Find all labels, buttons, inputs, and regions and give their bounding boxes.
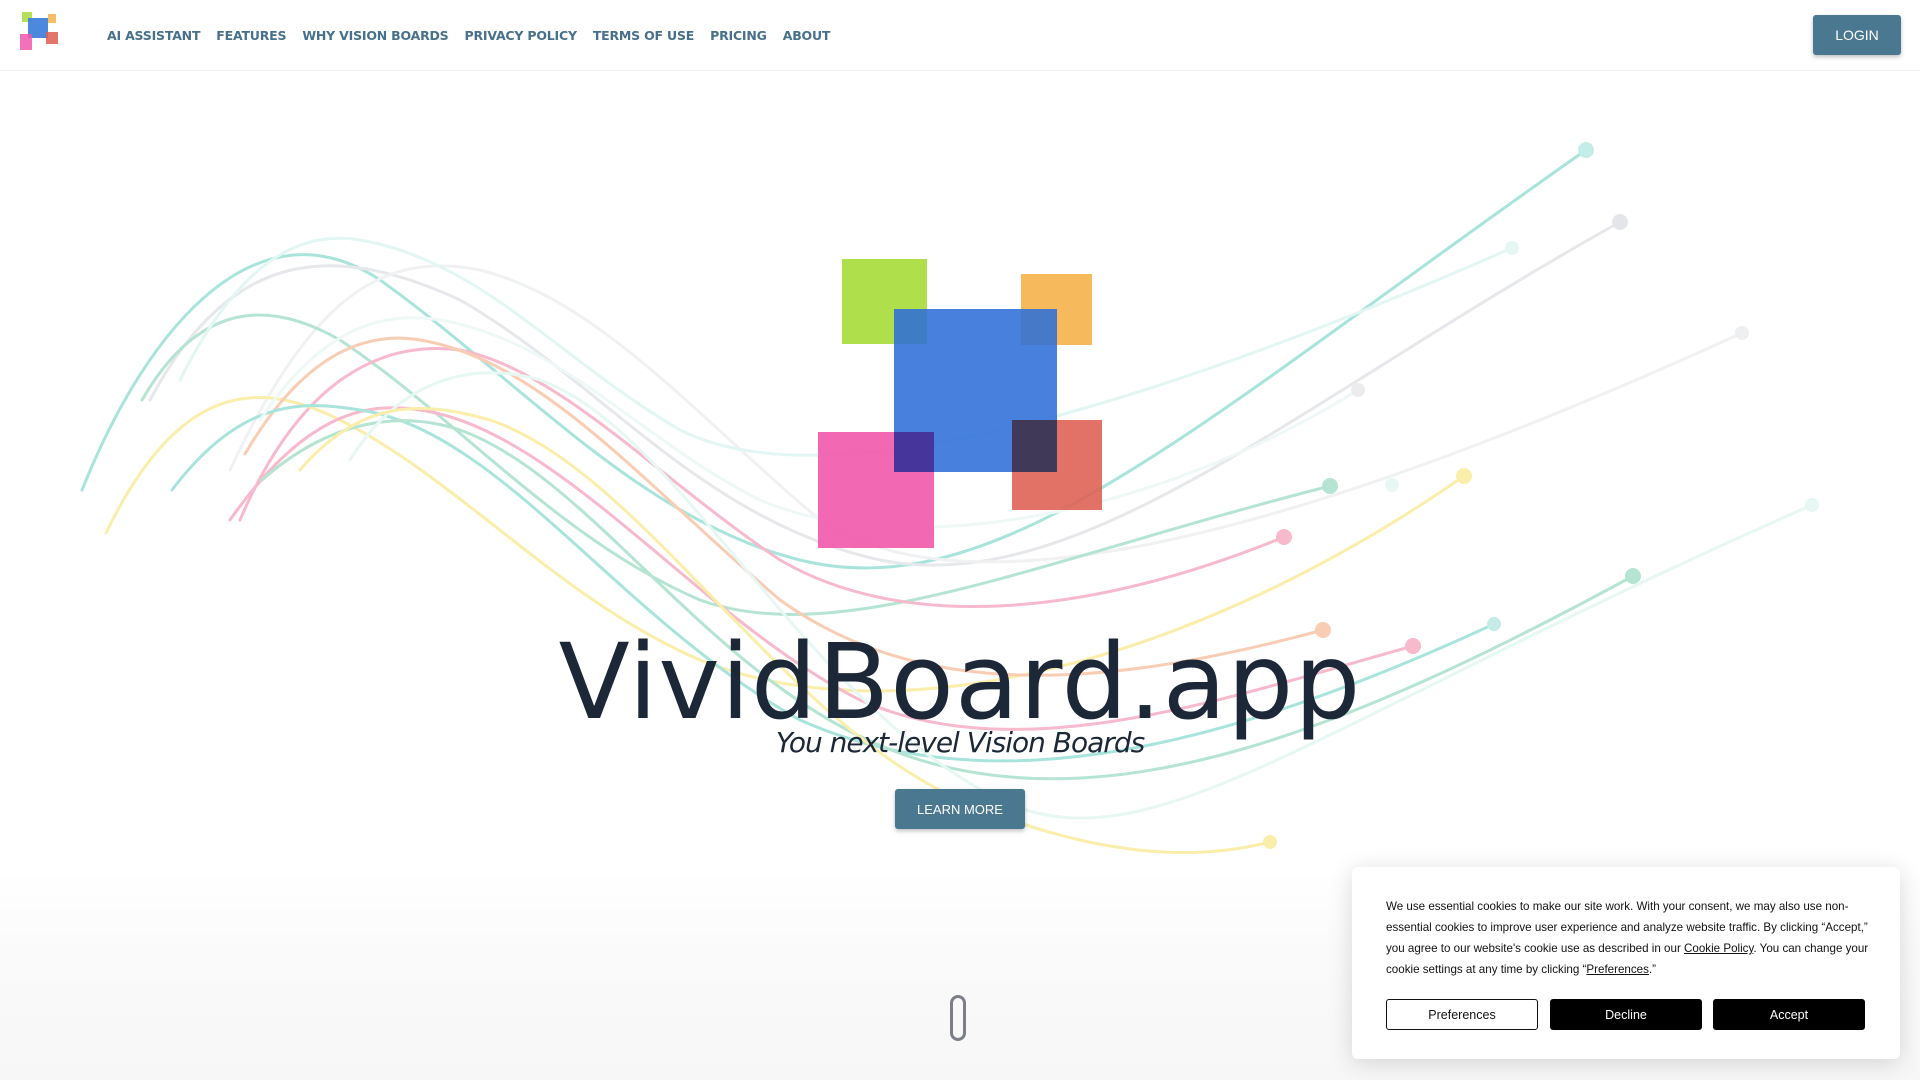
nav-why-vision-boards[interactable]: WHY VISION BOARDS bbox=[302, 28, 448, 43]
login-button[interactable]: LOGIN bbox=[1813, 15, 1901, 55]
wave-dot bbox=[1735, 326, 1749, 340]
hero-title: VividBoard.app bbox=[558, 620, 1362, 743]
hero-logo-square-red bbox=[1012, 420, 1102, 510]
wave-dot bbox=[1805, 498, 1819, 512]
nav-pricing[interactable]: PRICING bbox=[710, 28, 767, 43]
nav-features[interactable]: FEATURES bbox=[216, 28, 286, 43]
wave-line bbox=[140, 313, 1332, 616]
nav-about[interactable]: ABOUT bbox=[783, 28, 831, 43]
logo-square-red bbox=[46, 32, 58, 44]
preferences-link[interactable]: Preferences bbox=[1586, 963, 1649, 976]
nav-ai-assistant[interactable]: AI ASSISTANT bbox=[107, 28, 200, 43]
wave-dot bbox=[1322, 478, 1338, 494]
wave-dot bbox=[1505, 241, 1519, 255]
nav-privacy-policy[interactable]: PRIVACY POLICY bbox=[464, 28, 577, 43]
logo-square-orange bbox=[48, 14, 56, 23]
hero-logo-square-pink bbox=[818, 432, 934, 548]
cookie-text-part: .” bbox=[1648, 963, 1657, 976]
nav-terms-of-use[interactable]: TERMS OF USE bbox=[593, 28, 694, 43]
wave-dot bbox=[1351, 383, 1365, 397]
logo-square-pink bbox=[20, 34, 32, 50]
cookie-consent-text: We use essential cookies to make our sit… bbox=[1386, 896, 1876, 980]
learn-more-button[interactable]: LEARN MORE bbox=[895, 789, 1025, 829]
main-nav: AI ASSISTANT FEATURES WHY VISION BOARDS … bbox=[107, 0, 830, 70]
cookie-policy-link[interactable]: Cookie Policy bbox=[1684, 942, 1753, 955]
cookie-consent-banner: We use essential cookies to make our sit… bbox=[1352, 867, 1900, 1059]
wave-dot bbox=[1612, 214, 1628, 230]
hero-subtitle: You next-level Vision Boards bbox=[775, 726, 1145, 759]
mouse-scroll-icon[interactable] bbox=[950, 995, 966, 1041]
wave-dot bbox=[1578, 142, 1594, 158]
top-navbar: AI ASSISTANT FEATURES WHY VISION BOARDS … bbox=[0, 0, 1920, 71]
site-logo[interactable] bbox=[20, 12, 62, 52]
cookie-decline-button[interactable]: Decline bbox=[1550, 999, 1702, 1030]
cookie-preferences-button[interactable]: Preferences bbox=[1386, 999, 1538, 1030]
wave-dot bbox=[1385, 478, 1399, 492]
wave-dot bbox=[1456, 468, 1472, 484]
wave-line bbox=[238, 347, 1286, 609]
wave-dot bbox=[1276, 529, 1292, 545]
wave-dot bbox=[1263, 835, 1277, 849]
cookie-accept-button[interactable]: Accept bbox=[1713, 999, 1865, 1030]
wave-dot bbox=[1625, 568, 1641, 584]
